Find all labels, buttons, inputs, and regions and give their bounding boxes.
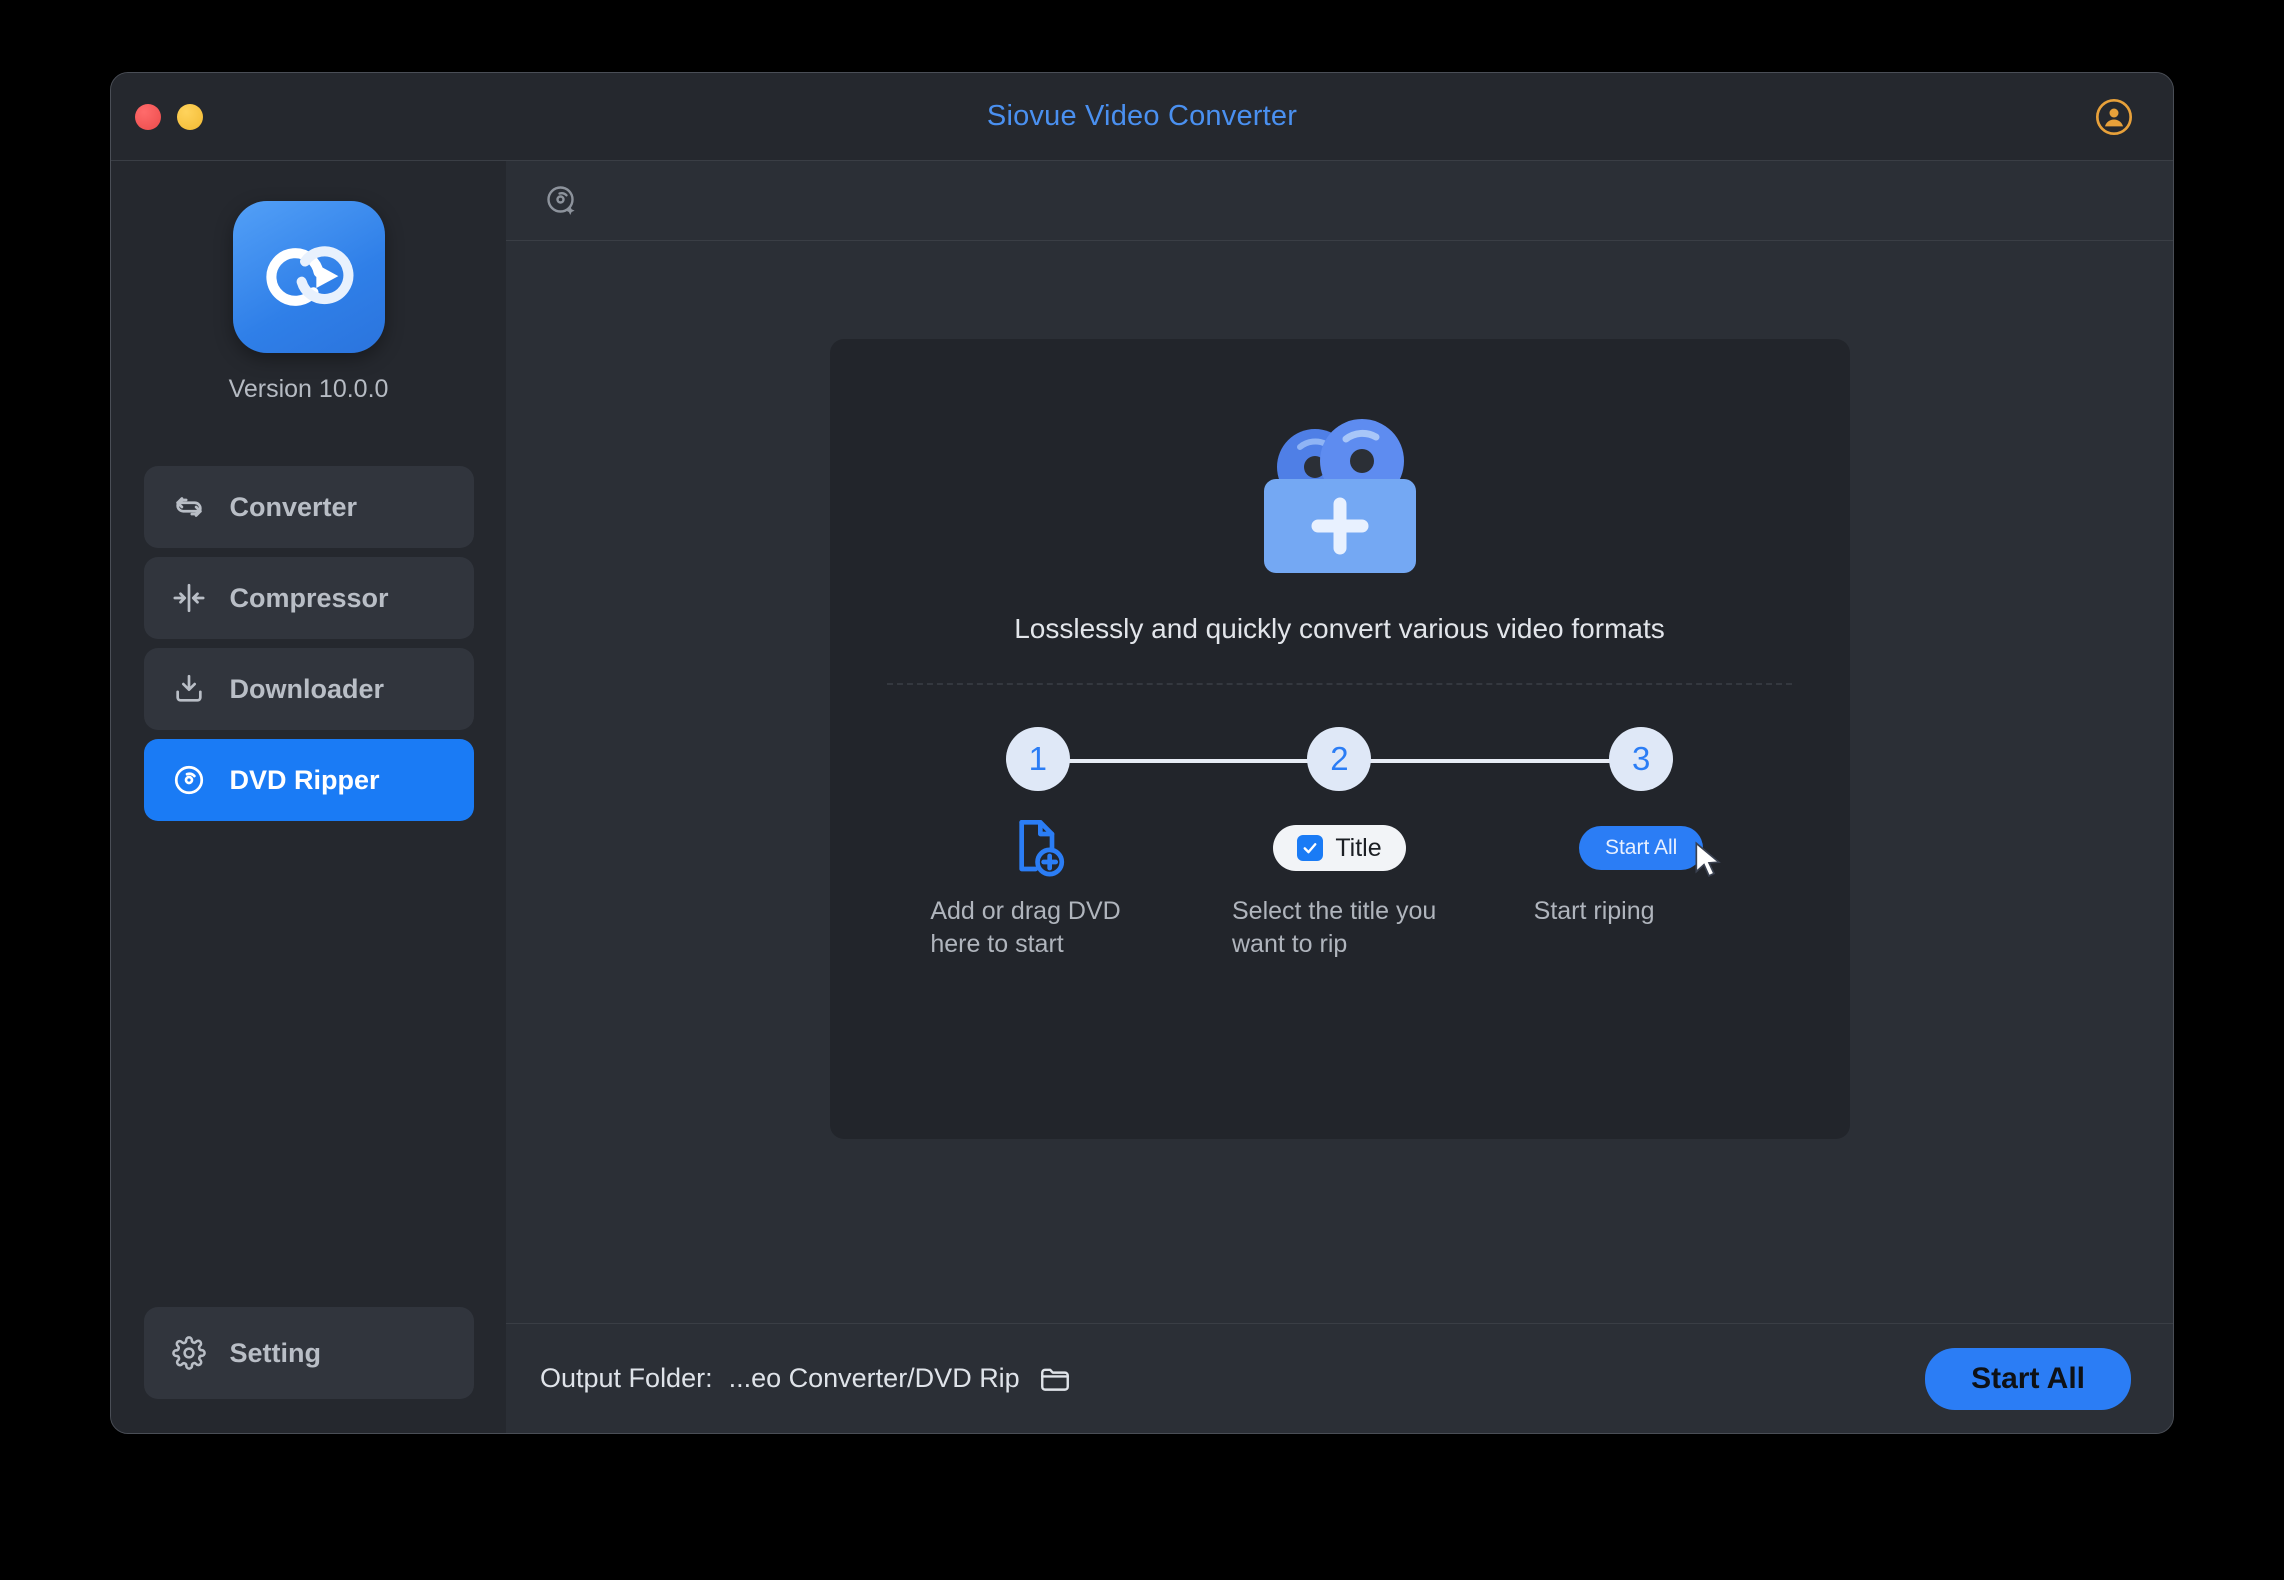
step-number: 2 [1307,727,1372,791]
sidebar-item-label: DVD Ripper [229,764,380,795]
sidebar-item-downloader[interactable]: Downloader [143,648,474,730]
step-caption: Select the title you want to rip [1231,897,1437,959]
content-area: Losslessly and quickly convert various v… [506,161,2173,1433]
steps-captions: Add or drag DVD here to start Select the… [887,895,1792,962]
sidebar: Version 10.0.0 Converter Compressor Down… [111,161,506,1433]
title-checkbox[interactable] [1297,835,1324,861]
empty-state-tagline: Losslessly and quickly convert various v… [1014,613,1665,644]
add-dvd-button[interactable] [540,179,584,223]
start-all-button[interactable]: Start All [1925,1347,2131,1410]
folder-icon [1040,1368,1069,1391]
dvd-discs-in-box-plus-icon [1263,419,1416,573]
sidebar-item-label: Downloader [229,673,385,704]
sidebar-item-label: Converter [229,491,358,522]
sidebar-item-compressor[interactable]: Compressor [143,557,474,639]
step-2: 2 Title [1189,727,1491,891]
sidebar-item-label: Compressor [229,582,389,613]
title-bar: Siovue Video Converter [111,73,2173,161]
step-3-caption-wrap: Start riping [1490,895,1792,962]
step-1: 1 [887,727,1189,891]
step-2-graphic: Title [1273,805,1406,891]
title-checkbox-pill[interactable]: Title [1273,825,1406,871]
sidebar-item-setting[interactable]: Setting [143,1307,474,1399]
minimize-button[interactable] [177,103,203,130]
step-1-caption-wrap: Add or drag DVD here to start [887,895,1189,962]
output-folder-path[interactable]: ...eo Converter/DVD Rip [729,1363,1020,1394]
step-1-graphic [1010,805,1066,891]
check-icon [1303,843,1317,854]
compress-arrows-icon [170,579,208,617]
app-logo-glyph [265,246,353,306]
sidebar-nav: Converter Compressor Downloader DVD Ripp… [143,466,474,821]
mouse-cursor-icon [1695,841,1722,877]
step-caption: Start riping [1533,897,1655,925]
steps-wizard: 1 2 Title 3 Start All Add or drag DVD he… [887,727,1792,962]
account-circle-icon [2096,98,2132,135]
step-caption: Add or drag DVD here to start [930,897,1121,959]
output-folder-label: Output Folder: [540,1363,713,1393]
gear-icon [170,1334,208,1372]
disc-icon [170,761,208,799]
loop-arrows-icon [170,488,208,526]
bottom-bar: Output Folder: ...eo Converter/DVD Rip S… [506,1323,2173,1433]
add-disc-icon [547,185,575,215]
app-body: Version 10.0.0 Converter Compressor Down… [111,161,2173,1433]
sidebar-item-converter[interactable]: Converter [143,466,474,548]
step-number: 1 [1005,727,1070,791]
start-all-pill-label: Start All [1604,836,1678,859]
empty-state-panel[interactable]: Losslessly and quickly convert various v… [829,339,1850,1139]
account-button[interactable] [2093,96,2135,138]
traffic-light-controls [135,103,203,130]
app-window: Siovue Video Converter Version 10.0.0 Co… [110,72,2174,1434]
section-divider [887,683,1792,685]
download-tray-icon [170,670,208,708]
content-main: Losslessly and quickly convert various v… [506,241,2173,1323]
sidebar-item-dvd-ripper[interactable]: DVD Ripper [143,739,474,821]
step-2-caption-wrap: Select the title you want to rip [1189,895,1491,962]
sidebar-item-label: Setting [229,1337,322,1368]
title-pill-label: Title [1335,833,1382,862]
content-toolbar [506,161,2173,241]
version-label: Version 10.0.0 [228,375,389,403]
steps-row: 1 2 Title 3 Start All [887,727,1792,891]
close-button[interactable] [135,103,161,130]
start-all-pill[interactable]: Start All [1578,826,1722,877]
window-title: Siovue Video Converter [986,100,1298,132]
step-3: 3 Start All [1490,727,1792,891]
step-number: 3 [1609,727,1674,791]
file-add-icon [1019,819,1064,877]
siovue-app-icon [232,201,385,353]
step-3-graphic: Start All [1578,805,1722,891]
browse-folder-button[interactable] [1036,1360,1074,1398]
